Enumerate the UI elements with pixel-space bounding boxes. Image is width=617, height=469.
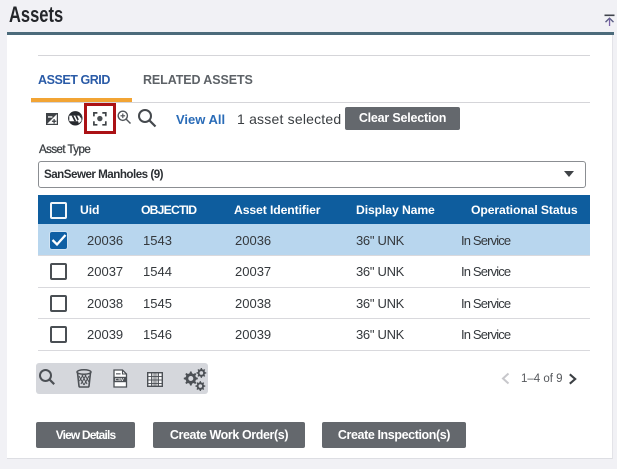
svg-text:CSV: CSV: [115, 377, 124, 382]
